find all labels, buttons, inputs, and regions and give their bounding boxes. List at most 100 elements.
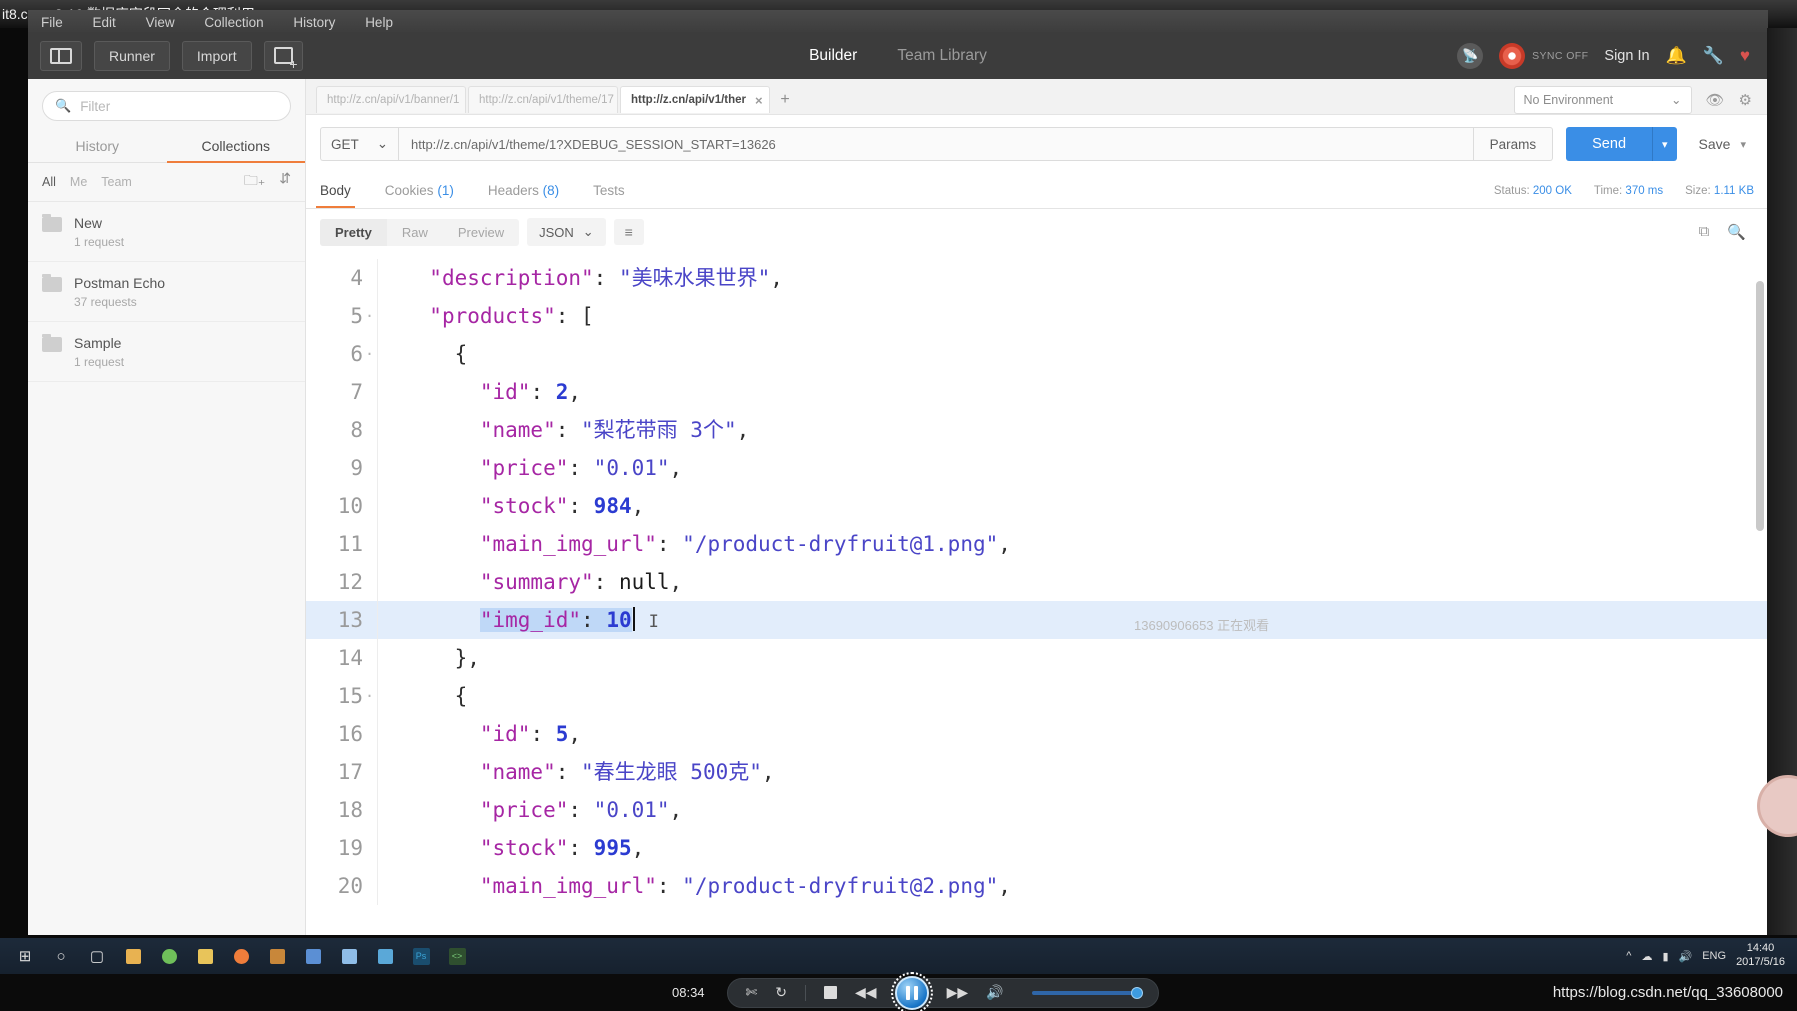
save-button[interactable]: Save ▾ xyxy=(1691,127,1754,161)
navicat-icon[interactable] xyxy=(368,941,402,971)
code-line[interactable]: 18 "price": "0.01", xyxy=(306,791,1768,829)
fast-forward-icon[interactable]: ▶▶ xyxy=(947,984,969,1001)
ime-indicator[interactable]: ENG xyxy=(1702,950,1726,962)
chrome-icon[interactable] xyxy=(152,941,186,971)
request-tab-2[interactable]: http://z.cn/api/v1/theme/17 xyxy=(468,86,618,113)
add-request-tab-button[interactable]: + xyxy=(772,86,798,113)
rewind-icon[interactable]: ◀◀ xyxy=(855,984,877,1001)
scope-team[interactable]: Team xyxy=(101,175,132,189)
tab-body[interactable]: Body xyxy=(316,174,355,208)
code-line[interactable]: 4 "description": "美味水果世界", xyxy=(306,259,1768,297)
search-input[interactable]: 🔍 Filter xyxy=(42,91,291,121)
send-button[interactable]: Send xyxy=(1566,127,1653,161)
player-icon[interactable] xyxy=(332,941,366,971)
format-select[interactable]: JSON ⌄ xyxy=(527,218,606,246)
word-icon[interactable] xyxy=(296,941,330,971)
scope-me[interactable]: Me xyxy=(70,175,87,189)
new-window-button[interactable] xyxy=(263,40,303,71)
tab-team-library[interactable]: Team Library xyxy=(897,47,987,65)
xmind-icon[interactable] xyxy=(260,941,294,971)
editor-icon[interactable]: <> xyxy=(440,941,474,971)
code-line[interactable]: 11 "main_img_url": "/product-dryfruit@1.… xyxy=(306,525,1768,563)
code-line[interactable]: 5 · "products": [ xyxy=(306,297,1768,335)
tab-builder[interactable]: Builder xyxy=(809,47,857,65)
sync-status[interactable]: SYNC OFF xyxy=(1499,42,1588,69)
response-body-code[interactable]: 4 "description": "美味水果世界", 5 · "products":… xyxy=(306,255,1768,935)
code-scrollbar[interactable] xyxy=(1756,281,1764,531)
sidebar-tab-history[interactable]: History xyxy=(28,129,167,162)
import-button[interactable]: Import xyxy=(181,40,252,71)
view-mode-raw[interactable]: Raw xyxy=(387,219,443,246)
code-line[interactable]: 9 "price": "0.01", xyxy=(306,449,1768,487)
code-line[interactable]: 20 "main_img_url": "/product-dryfruit@2.… xyxy=(306,867,1768,905)
code-line[interactable]: 8 "name": "梨花带雨 3个", xyxy=(306,411,1768,449)
view-mode-pretty[interactable]: Pretty xyxy=(320,218,387,246)
wrench-icon[interactable]: 🔧 xyxy=(1703,46,1724,66)
request-tab-3[interactable]: http://z.cn/api/v1/ther × xyxy=(620,86,770,113)
fold-toggle-icon[interactable]: · xyxy=(365,677,374,715)
new-folder-icon[interactable]: 🗀₊ xyxy=(244,170,265,194)
code-line[interactable]: 10 "stock": 984, xyxy=(306,487,1768,525)
request-tab-1[interactable]: http://z.cn/api/v1/banner/1 xyxy=(316,86,466,113)
code-lines[interactable]: 4 "description": "美味水果世界", 5 · "products":… xyxy=(306,255,1768,935)
volume-slider[interactable] xyxy=(1031,986,1143,999)
sign-in-button[interactable]: Sign In xyxy=(1604,48,1649,64)
explorer-icon[interactable] xyxy=(116,941,150,971)
list-item[interactable]: Sample 1 request xyxy=(28,322,305,382)
tab-headers[interactable]: Headers (8) xyxy=(488,174,559,207)
fold-toggle-icon[interactable]: · xyxy=(365,335,374,373)
scope-all[interactable]: All xyxy=(42,175,56,189)
code-line[interactable]: 19 "stock": 995, xyxy=(306,829,1768,867)
bell-icon[interactable]: 🔔 xyxy=(1666,46,1687,66)
file-explorer-icon[interactable] xyxy=(188,941,222,971)
stop-icon[interactable] xyxy=(824,986,838,999)
sidebar-tab-collections[interactable]: Collections xyxy=(166,129,306,163)
windows-start-icon[interactable]: ⊞ xyxy=(8,941,42,971)
wrap-lines-icon[interactable]: ≡ xyxy=(613,219,644,245)
tab-cookies[interactable]: Cookies (1) xyxy=(385,174,454,207)
volume-knob[interactable] xyxy=(1130,986,1143,999)
code-line[interactable]: 7 "id": 2, xyxy=(306,373,1768,411)
params-button[interactable]: Params xyxy=(1473,127,1554,161)
close-icon[interactable]: × xyxy=(755,93,763,108)
satellite-icon[interactable]: 📡 xyxy=(1457,42,1484,69)
heart-icon[interactable]: ♥ xyxy=(1740,46,1750,66)
search-icon[interactable]: 🔍 xyxy=(1727,223,1746,241)
search-icon[interactable]: ○ xyxy=(44,941,78,971)
volume-icon[interactable]: 🔊 xyxy=(1679,950,1693,963)
gear-icon[interactable]: ⚙ xyxy=(1739,91,1752,109)
code-line[interactable]: 16 "id": 5, xyxy=(306,715,1768,753)
cloud-icon[interactable]: ☁ xyxy=(1641,950,1652,963)
code-line[interactable]: 13 "img_id": 10 I xyxy=(306,601,1768,639)
method-select[interactable]: GET ⌄ xyxy=(320,127,398,161)
sort-icon[interactable]: ⇵ xyxy=(279,170,291,194)
code-token: , xyxy=(669,570,683,594)
code-line[interactable]: 15 · { xyxy=(306,677,1768,715)
runner-button[interactable]: Runner xyxy=(94,40,170,71)
volume-icon[interactable]: 🔊 xyxy=(986,984,1003,1001)
loop-icon[interactable]: ↻ xyxy=(775,984,787,1001)
photoshop-icon[interactable]: Ps xyxy=(404,941,438,971)
send-options-button[interactable]: ▾ xyxy=(1652,127,1677,161)
fold-toggle-icon[interactable]: · xyxy=(365,297,374,335)
task-view-icon[interactable]: ▢ xyxy=(80,941,114,971)
environment-select[interactable]: No Environment ⌄ xyxy=(1513,85,1692,114)
tab-tests[interactable]: Tests xyxy=(593,174,625,207)
pause-icon[interactable] xyxy=(890,971,933,1011)
code-line[interactable]: 12 "summary": null, xyxy=(306,563,1768,601)
list-item[interactable]: Postman Echo 37 requests xyxy=(28,262,305,322)
network-icon[interactable]: ▮ xyxy=(1662,950,1668,963)
code-line[interactable]: 14 }, xyxy=(306,639,1768,677)
chevron-up-icon[interactable]: ^ xyxy=(1626,950,1631,962)
list-item[interactable]: New 1 request xyxy=(28,202,305,262)
clock[interactable]: 14:40 2017/5/16 xyxy=(1736,942,1785,970)
copy-icon[interactable]: ⧉ xyxy=(1699,223,1710,241)
code-line[interactable]: 17 "name": "春生龙眼 500克", xyxy=(306,753,1768,791)
code-line[interactable]: 6 · { xyxy=(306,335,1768,373)
url-input[interactable]: http://z.cn/api/v1/theme/1?XDEBUG_SESSIO… xyxy=(398,127,1474,161)
postman-icon[interactable] xyxy=(224,941,258,971)
view-mode-preview[interactable]: Preview xyxy=(443,219,519,246)
sidebar-toggle-button[interactable] xyxy=(40,40,82,71)
scissors-icon[interactable]: ✄ xyxy=(746,984,758,1001)
eye-icon[interactable]: 👁 xyxy=(1706,91,1725,109)
